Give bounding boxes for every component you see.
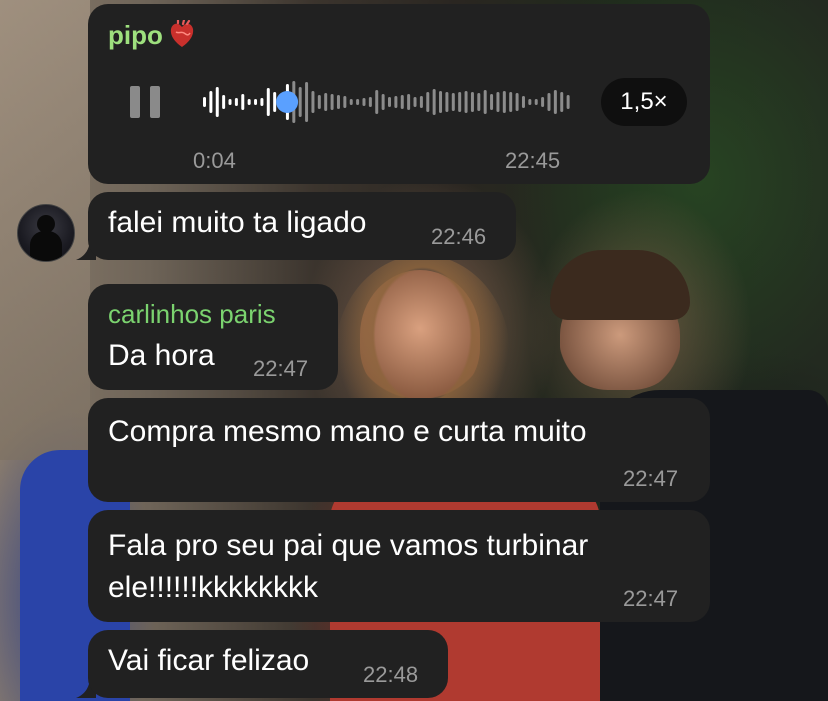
waveform-bar (490, 94, 494, 110)
waveform-bar (432, 89, 436, 115)
waveform-bar (470, 92, 474, 112)
waveform-bar (368, 97, 372, 107)
waveform-bar (375, 90, 379, 114)
waveform-bar (247, 99, 251, 105)
waveform-bar (254, 99, 258, 105)
waveform-bar (381, 94, 385, 110)
waveform-bar (477, 93, 481, 111)
waveform-bar (502, 91, 506, 113)
waveform-bar (528, 99, 532, 105)
waveform-bar (241, 94, 245, 110)
waveform-bar (400, 95, 404, 109)
message-text: Fala pro seu pai que vamos turbinar ele!… (108, 529, 589, 604)
waveform-bar (464, 91, 468, 113)
waveform-bar (413, 97, 417, 107)
waveform-bar (445, 92, 449, 112)
waveform-bar (266, 88, 270, 116)
waveform-bar (273, 92, 277, 112)
playback-scrubber[interactable] (276, 91, 299, 113)
waveform-bar (311, 91, 315, 113)
wallpaper-boy-hair (550, 250, 690, 320)
waveform-bar (330, 94, 334, 110)
waveform-bar (553, 90, 557, 114)
waveform-bar (388, 97, 391, 107)
waveform-bar (483, 90, 487, 114)
waveform-bar (222, 95, 226, 109)
waveform-bar (541, 97, 545, 107)
waveform-bar (515, 93, 519, 111)
contact-avatar-icon[interactable] (17, 204, 75, 262)
waveform-bar (260, 98, 264, 106)
waveform-bar (394, 96, 398, 108)
waveform-bar (324, 93, 328, 111)
waveform-bar (298, 87, 302, 117)
message-time: 22:47 (623, 466, 679, 491)
waveform-bar (439, 91, 443, 113)
waveform-bar (203, 97, 206, 107)
anatomical-heart-icon (169, 18, 195, 47)
waveform-bar (349, 99, 353, 105)
message-time: 22:48 (363, 662, 419, 687)
waveform-bar (209, 91, 213, 113)
waveform-bar (343, 96, 347, 108)
message-time: 22:46 (431, 224, 487, 249)
voice-message-time: 22:45 (505, 148, 561, 173)
message-bubble[interactable] (88, 398, 710, 502)
voice-waveform[interactable] (202, 76, 572, 128)
waveform-bar (407, 94, 411, 110)
waveform-bar (509, 92, 513, 112)
waveform-bar (356, 99, 360, 105)
message-text: falei muito ta ligado (108, 206, 367, 239)
waveform-bar (560, 92, 564, 112)
waveform-bar (458, 92, 462, 112)
playback-speed-button[interactable]: 1,5× (601, 78, 687, 126)
waveform-bar (234, 98, 238, 106)
waveform-bar (336, 95, 340, 109)
message-text: Da hora (108, 339, 215, 372)
waveform-bar (215, 87, 219, 117)
waveform-bar (317, 95, 321, 109)
waveform-bar (228, 99, 232, 105)
message-time: 22:47 (623, 586, 679, 611)
waveform-bar (547, 93, 551, 111)
waveform-bar (451, 93, 455, 111)
message-time: 22:47 (253, 356, 309, 381)
waveform-bar (426, 92, 430, 112)
message-text: Vai ficar felizao (108, 644, 310, 677)
waveform-bar (362, 98, 366, 106)
waveform-bar (566, 95, 570, 109)
waveform-bar (419, 96, 423, 108)
waveform-bar (521, 96, 525, 108)
message-sender[interactable]: carlinhos paris (108, 299, 276, 330)
waveform-bar (534, 99, 538, 105)
message-text: Compra mesmo mano e curta muito (108, 415, 587, 448)
pause-icon[interactable] (130, 86, 162, 118)
waveform-bar (305, 82, 309, 122)
voice-elapsed-time: 0:04 (193, 148, 236, 173)
voice-message-sender[interactable]: pipo (108, 18, 195, 51)
waveform-bar (496, 92, 500, 112)
